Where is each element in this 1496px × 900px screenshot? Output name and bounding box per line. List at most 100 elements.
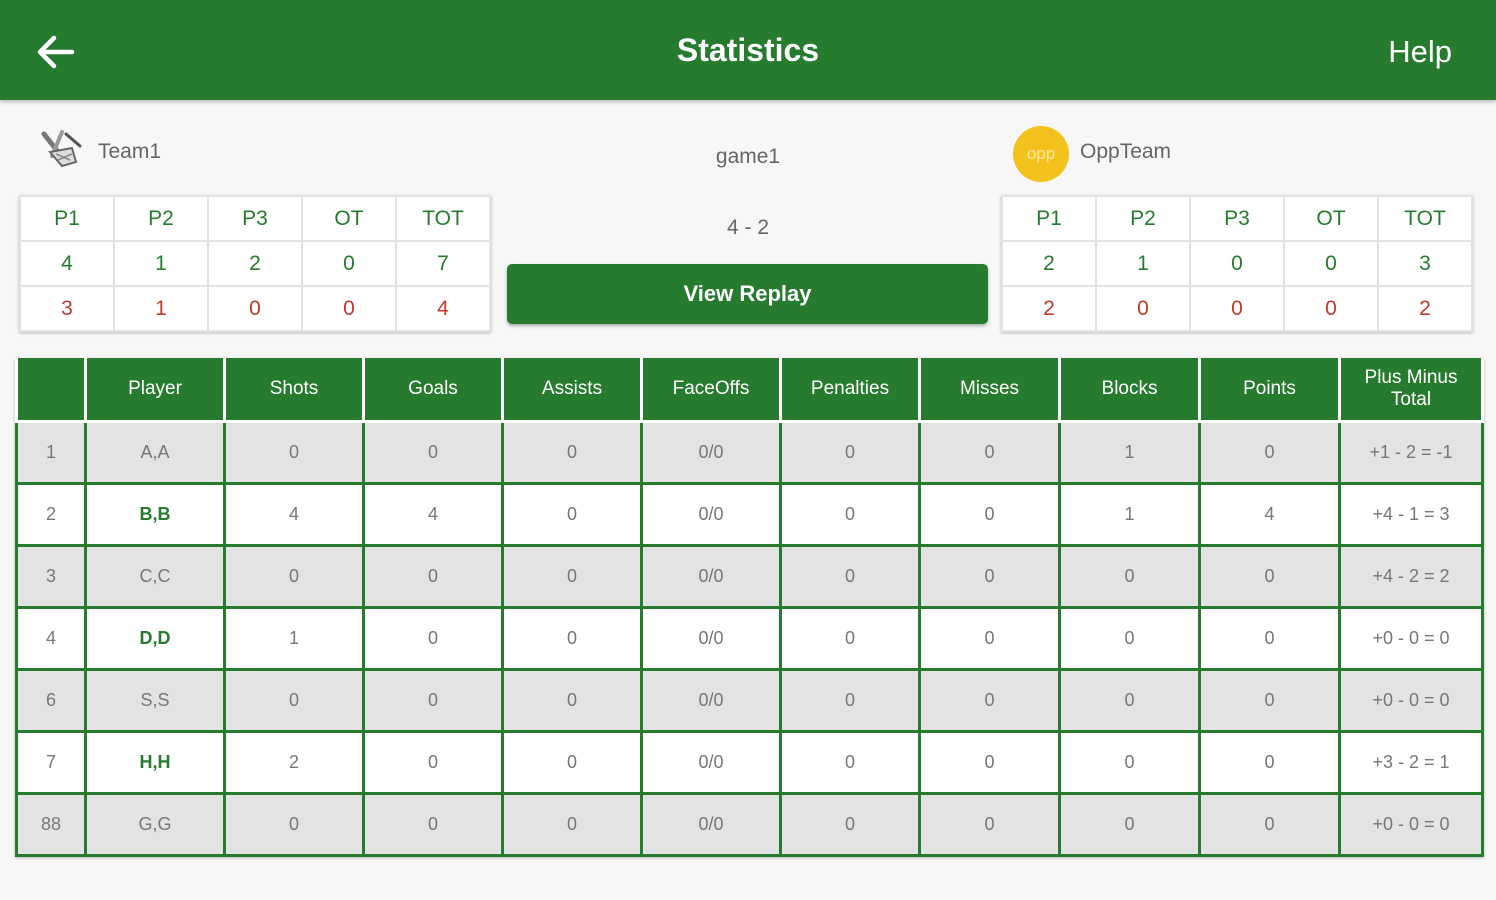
period-score: 2 [1001,285,1097,332]
points-value: 0 [1198,607,1341,671]
misses-value: 0 [918,793,1061,857]
period-header: TOT [1377,195,1473,242]
misses-value: 0 [918,731,1061,795]
page-title: Statistics [676,32,820,68]
period-score: 2 [1001,240,1097,287]
assists-value: 0 [501,731,643,795]
table-row[interactable]: 3 C,C 0 0 0 0/0 0 0 0 0 +4 - 2 = 2 [15,545,1484,609]
player-number: 4 [15,607,87,671]
faceoffs-value: 0/0 [640,669,782,733]
assists-column-header[interactable]: Assists [501,358,643,423]
goals-value: 0 [362,545,504,609]
period-score: 3 [1377,240,1473,287]
home-period-scores: P1 P2 P3 OT TOT 4 1 2 0 7 3 1 0 0 4 [19,195,491,332]
period-score: 0 [1189,285,1285,332]
table-row[interactable]: 88 G,G 0 0 0 0/0 0 0 0 0 +0 - 0 = 0 [15,793,1484,857]
away-team-name: OppTeam [1080,140,1172,163]
table-row[interactable]: 1 A,A 0 0 0 0/0 0 0 1 0 +1 - 2 = -1 [15,421,1484,485]
period-score: 0 [207,285,303,332]
help-button[interactable]: Help [1388,34,1452,70]
table-row[interactable]: 4 D,D 1 0 0 0/0 0 0 0 0 +0 - 0 = 0 [15,607,1484,671]
points-value: 0 [1198,421,1341,485]
period-score: 0 [301,240,397,287]
period-score: 2 [207,240,303,287]
period-score: 0 [301,285,397,332]
period-header: TOT [395,195,491,242]
goals-value: 0 [362,731,504,795]
table-row[interactable]: 6 S,S 0 0 0 0/0 0 0 0 0 +0 - 0 = 0 [15,669,1484,733]
points-value: 0 [1198,669,1341,733]
goals-value: 4 [362,483,504,547]
goals-value: 0 [362,421,504,485]
plus-minus-value: +4 - 1 = 3 [1338,483,1484,547]
assists-value: 0 [501,607,643,671]
plus-minus-value: +0 - 0 = 0 [1338,669,1484,733]
player-number: 1 [15,421,87,485]
table-row[interactable]: 7 H,H 2 0 0 0/0 0 0 0 0 +3 - 2 = 1 [15,731,1484,795]
assists-value: 0 [501,545,643,609]
faceoffs-value: 0/0 [640,793,782,857]
opp-team-badge: opp [1013,126,1069,182]
penalties-value: 0 [779,421,921,485]
misses-value: 0 [918,669,1061,733]
period-header: P2 [113,195,209,242]
misses-value: 0 [918,607,1061,671]
goals-column-header[interactable]: Goals [362,358,504,423]
blocks-value: 1 [1058,483,1201,547]
points-value: 0 [1198,793,1341,857]
blocks-value: 1 [1058,421,1201,485]
goals-value: 0 [362,793,504,857]
misses-value: 0 [918,545,1061,609]
player-name: D,D [84,607,226,671]
view-replay-button[interactable]: View Replay [507,264,988,324]
shots-column-header[interactable]: Shots [223,358,365,423]
misses-value: 0 [918,421,1061,485]
period-header: OT [1283,195,1379,242]
player-column-header[interactable]: Player [84,358,226,423]
shots-value: 2 [223,731,365,795]
plus-minus-value: +3 - 2 = 1 [1338,731,1484,795]
penalties-value: 0 [779,545,921,609]
points-column-header[interactable]: Points [1198,358,1341,423]
player-number: 88 [15,793,87,857]
player-stats-table: Player Shots Goals Assists FaceOffs Penalties… [15,358,1484,857]
period-score: 3 [19,285,115,332]
assists-value: 0 [501,669,643,733]
plus-minus-value: +4 - 2 = 2 [1338,545,1484,609]
table-row[interactable]: 2 B,B 4 4 0 0/0 0 0 1 4 +4 - 1 = 3 [15,483,1484,547]
period-score: 1 [113,240,209,287]
points-value: 0 [1198,545,1341,609]
period-header: P2 [1095,195,1191,242]
assists-value: 0 [501,793,643,857]
shots-value: 0 [223,793,365,857]
shots-value: 0 [223,421,365,485]
plus-minus-column-header[interactable]: Plus Minus Total [1338,358,1484,423]
faceoffs-value: 0/0 [640,607,782,671]
blocks-value: 0 [1058,793,1201,857]
blocks-value: 0 [1058,607,1201,671]
shots-value: 0 [223,545,365,609]
assists-value: 0 [501,483,643,547]
misses-column-header[interactable]: Misses [918,358,1061,423]
player-number: 3 [15,545,87,609]
period-score: 0 [1283,285,1379,332]
goals-value: 0 [362,669,504,733]
shots-value: 1 [223,607,365,671]
player-name: B,B [84,483,226,547]
away-period-scores: P1 P2 P3 OT TOT 2 1 0 0 3 2 0 0 0 2 [1001,195,1473,332]
blocks-column-header[interactable]: Blocks [1058,358,1201,423]
number-column-header[interactable] [15,358,87,423]
faceoffs-column-header[interactable]: FaceOffs [640,358,782,423]
penalties-column-header[interactable]: Penalties [779,358,921,423]
period-score: 1 [113,285,209,332]
faceoffs-value: 0/0 [640,483,782,547]
period-header: P3 [207,195,303,242]
period-score: 0 [1095,285,1191,332]
plus-minus-value: +0 - 0 = 0 [1338,793,1484,857]
game-name: game1 [715,145,781,168]
player-number: 7 [15,731,87,795]
shots-value: 4 [223,483,365,547]
period-score: 1 [1095,240,1191,287]
player-name: S,S [84,669,226,733]
faceoffs-value: 0/0 [640,421,782,485]
